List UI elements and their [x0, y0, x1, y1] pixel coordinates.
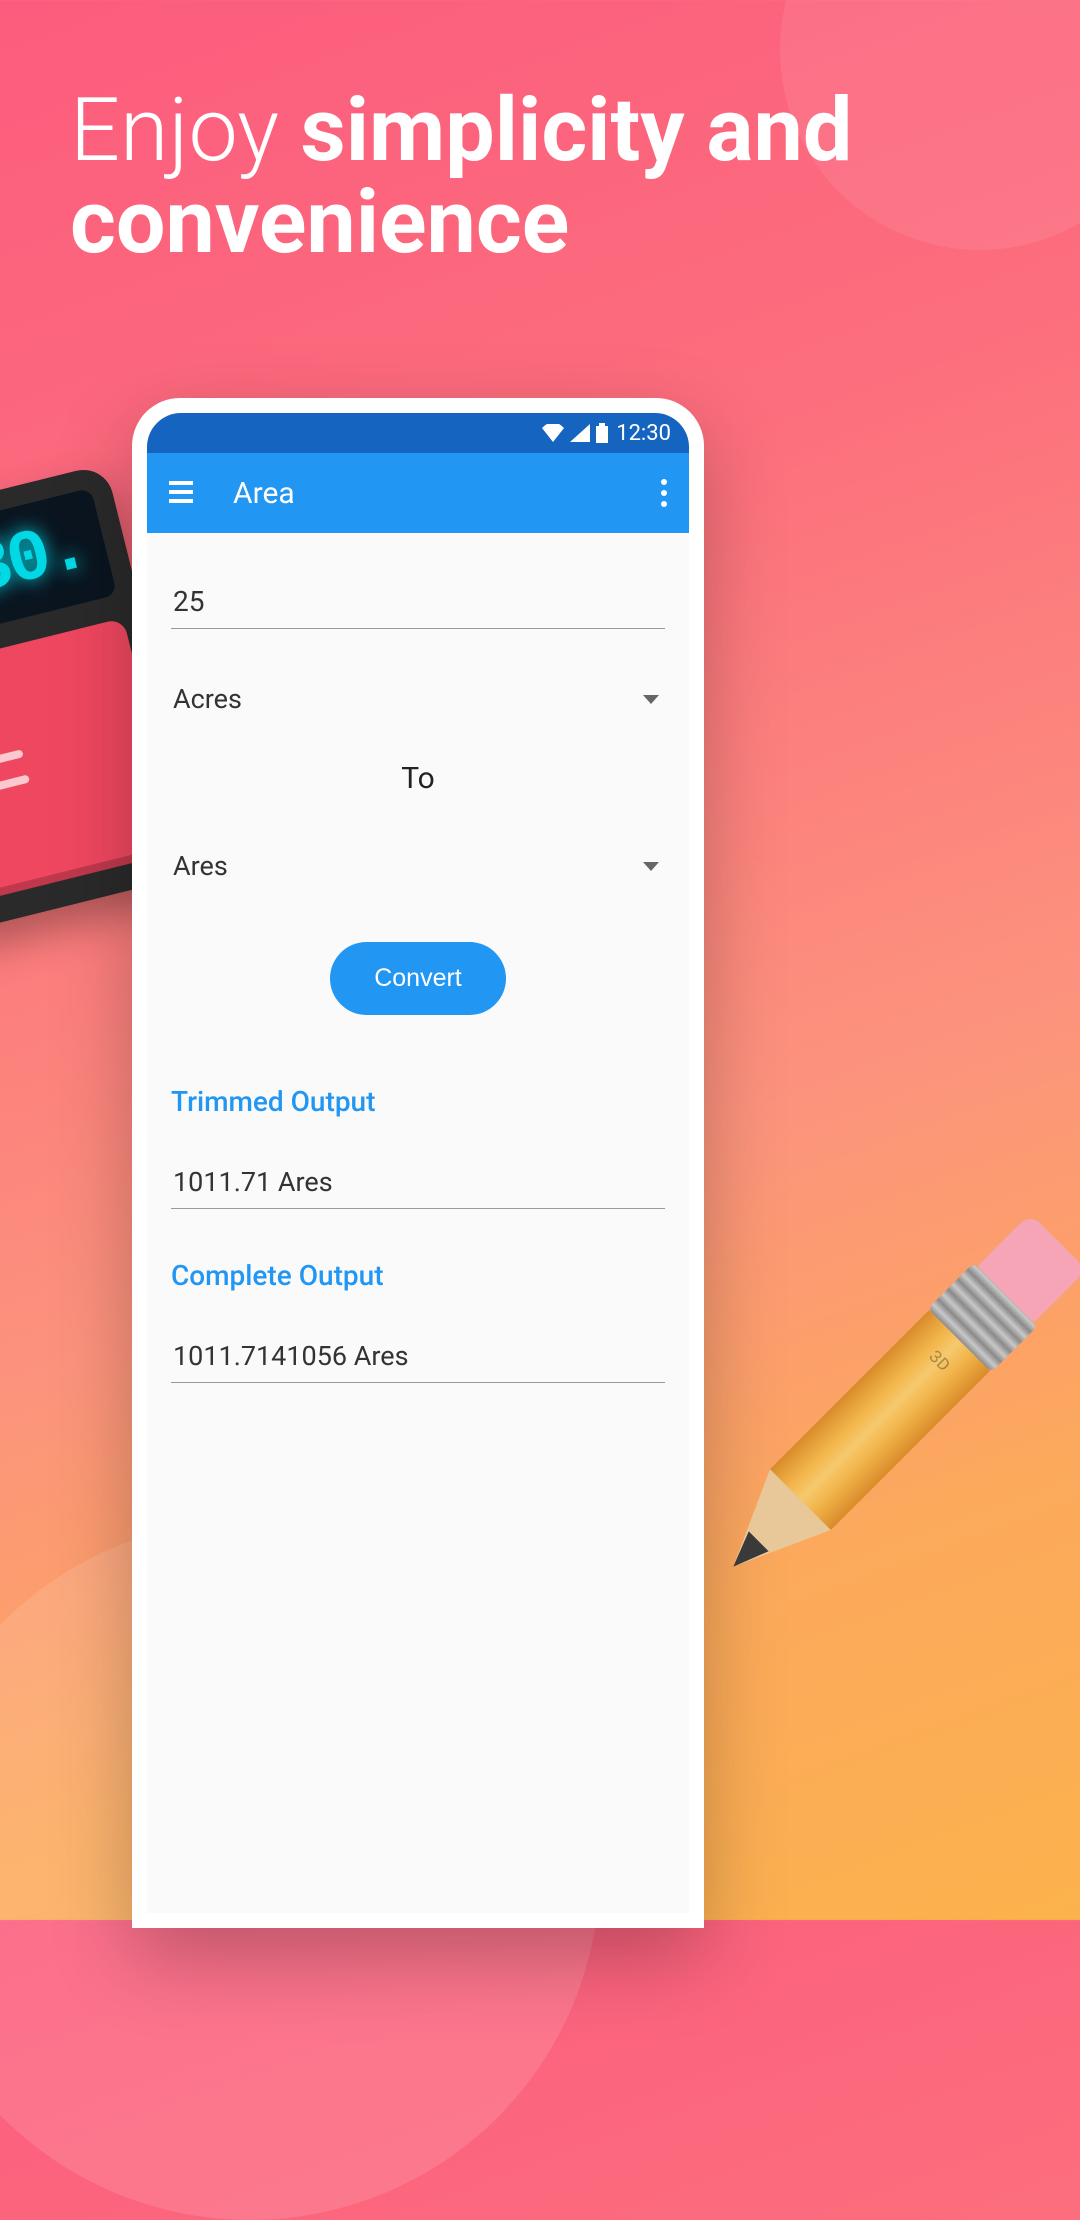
from-unit-label: Acres [173, 683, 242, 715]
trimmed-output-label: Trimmed Output [171, 1085, 665, 1118]
phone-frame: 12:30 Area Acres To Ares [132, 398, 704, 1928]
value-input[interactable] [171, 575, 665, 629]
convert-button[interactable]: Convert [330, 942, 506, 1015]
chevron-down-icon [643, 862, 659, 871]
trimmed-output-value: 1011.71 Ares [171, 1156, 665, 1209]
battery-icon [596, 423, 608, 443]
app-bar-title: Area [233, 476, 661, 511]
status-bar: 12:30 [147, 413, 689, 453]
to-unit-dropdown[interactable]: Ares [171, 836, 665, 896]
from-unit-dropdown[interactable]: Acres [171, 669, 665, 729]
to-unit-label: Ares [173, 850, 228, 882]
status-icons [542, 423, 608, 443]
signal-icon [570, 424, 590, 442]
marketing-headline: Enjoy simplicity and convenience [70, 85, 1010, 270]
hamburger-menu-icon[interactable] [169, 477, 193, 510]
to-label: To [171, 761, 665, 796]
app-bar: Area [147, 453, 689, 533]
wifi-icon [542, 424, 564, 442]
content-area: Acres To Ares Convert Trimmed Output 101… [147, 533, 689, 1913]
headline-light: Enjoy [70, 79, 301, 182]
more-vert-icon[interactable] [661, 479, 667, 507]
complete-output-value: 1011.7141056 Ares [171, 1330, 665, 1383]
status-time: 12:30 [616, 421, 671, 446]
phone-screen: 12:30 Area Acres To Ares [147, 413, 689, 1913]
chevron-down-icon [643, 695, 659, 704]
complete-output-label: Complete Output [171, 1259, 665, 1292]
